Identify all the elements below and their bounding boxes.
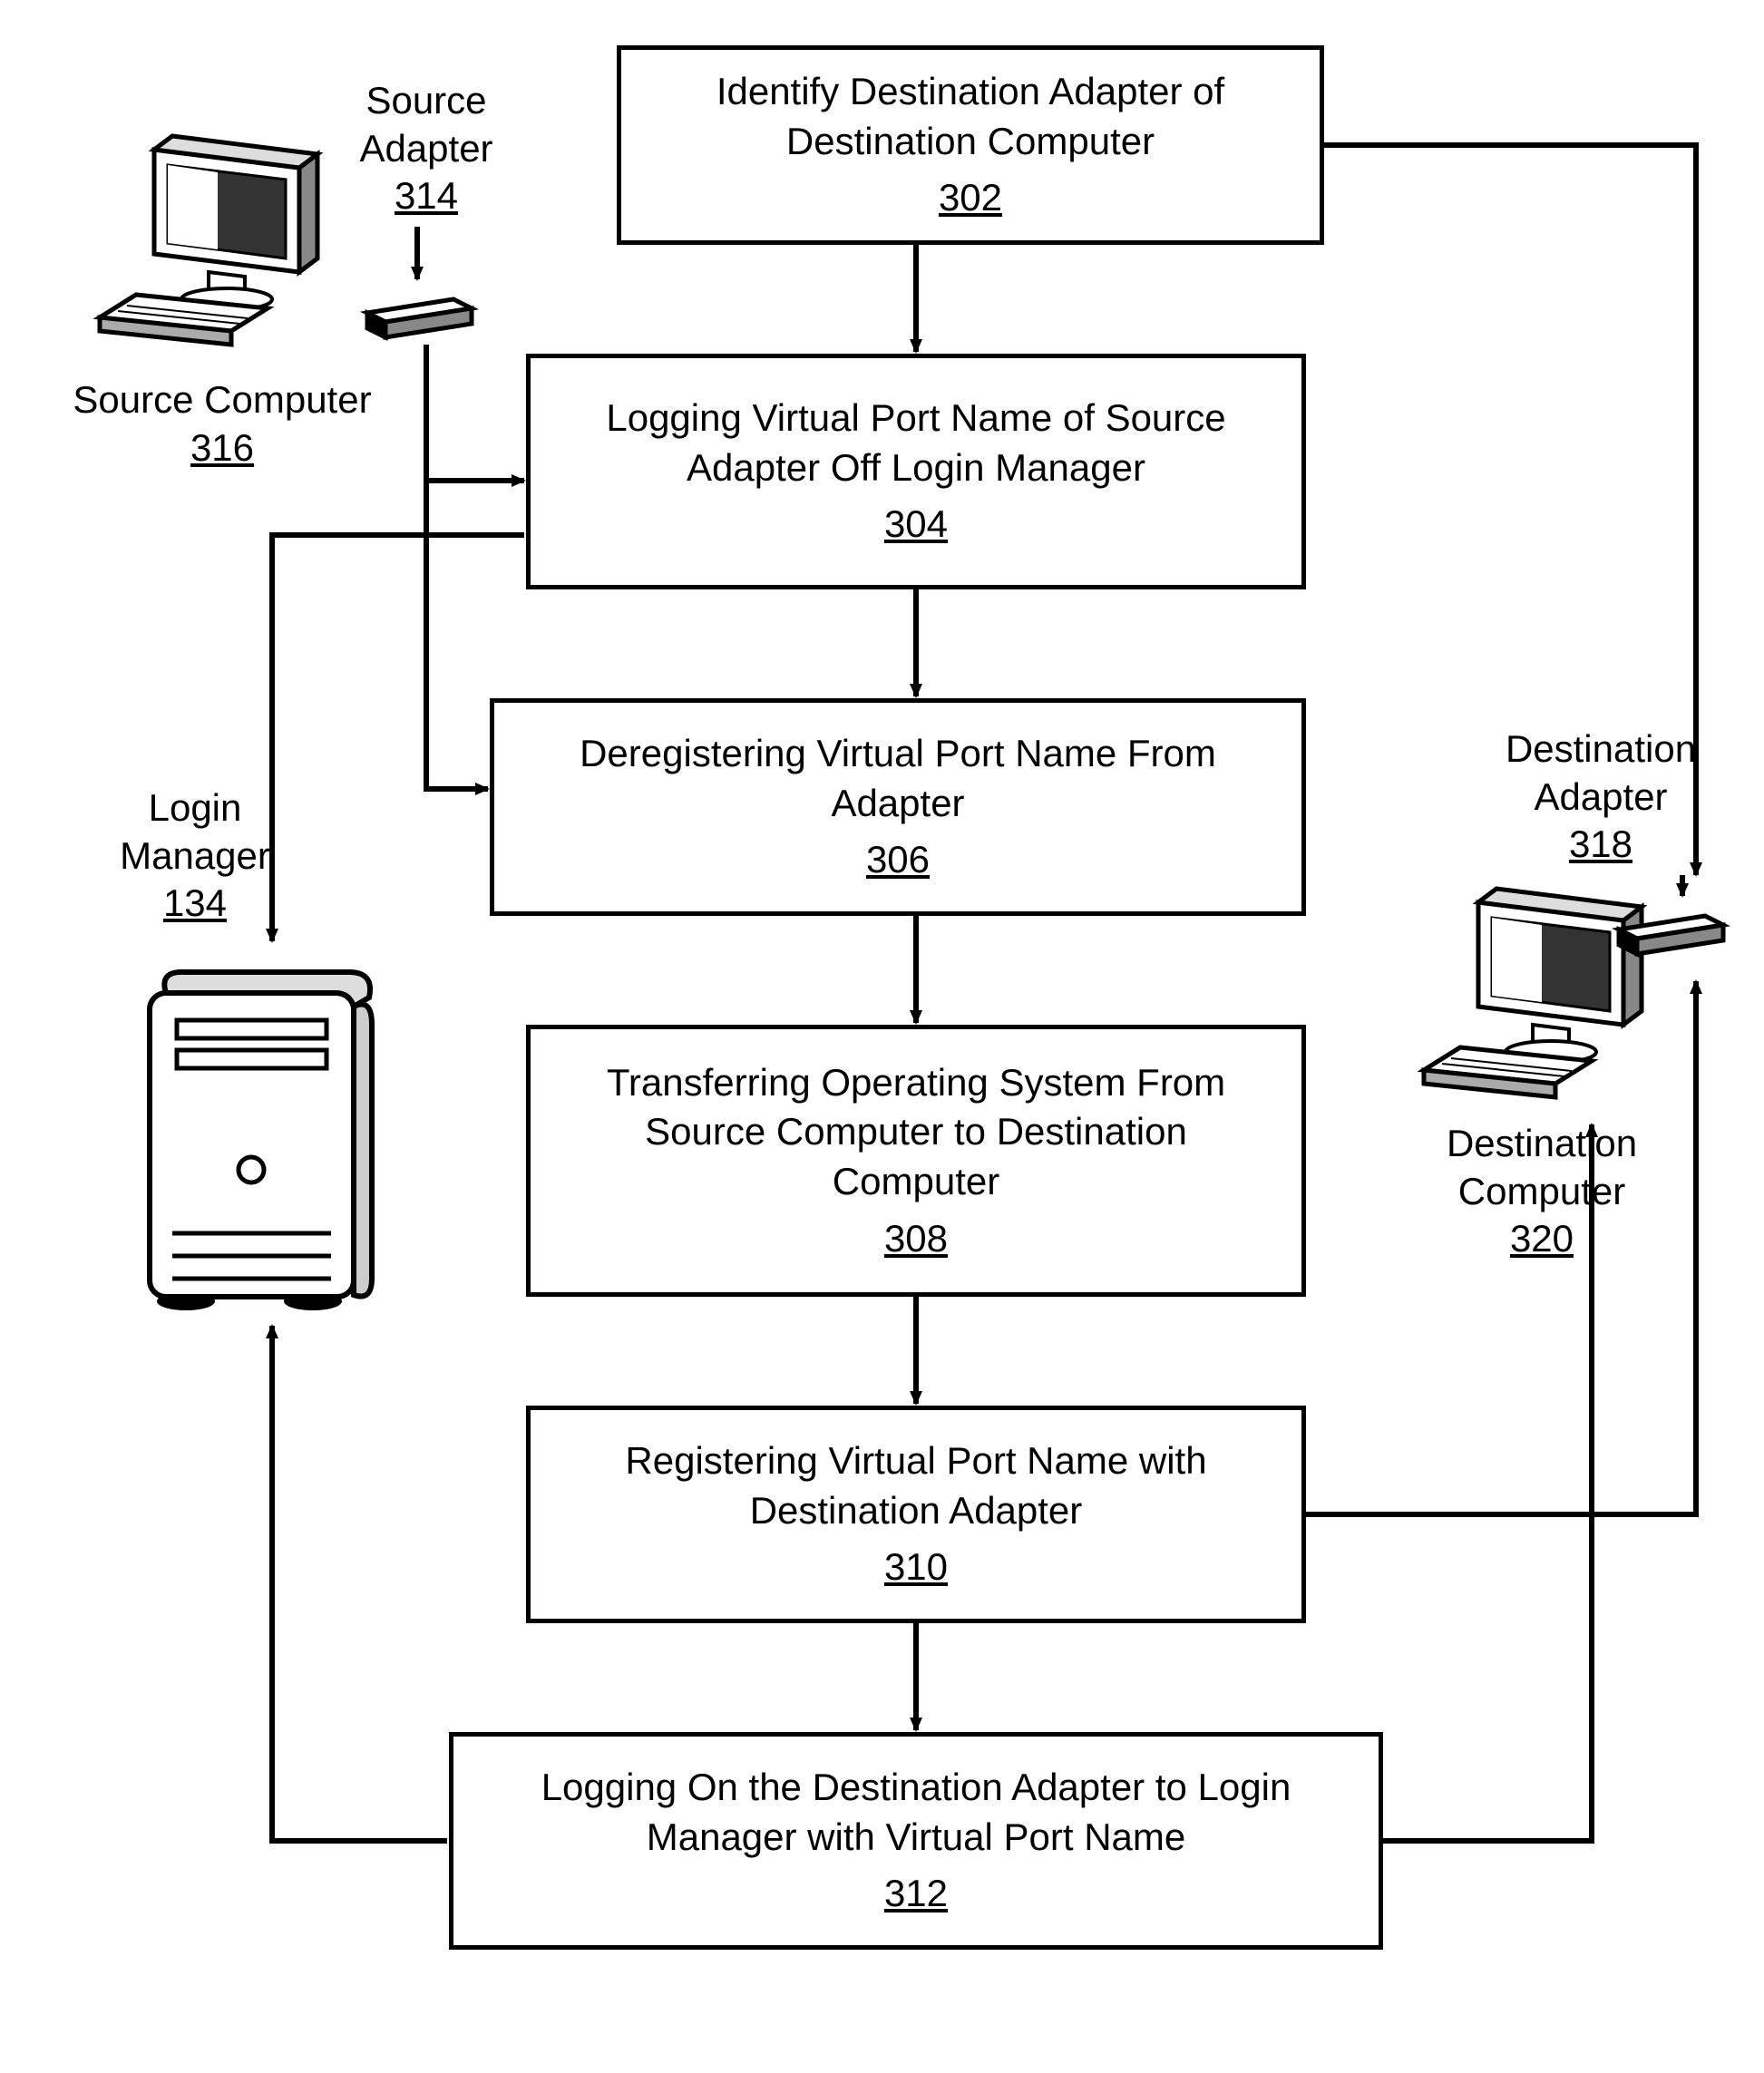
label-login-manager: Login Manager 134 — [82, 784, 308, 928]
box-306-ref: 306 — [866, 835, 930, 885]
source-adapter-icon — [354, 281, 490, 354]
box-306: Deregistering Virtual Port Name From Ada… — [490, 698, 1306, 916]
label-source-adapter-text: Source Adapter — [326, 77, 526, 172]
box-310-ref: 310 — [884, 1543, 948, 1592]
box-302-ref: 302 — [939, 173, 1002, 223]
label-dest-computer-ref: 320 — [1415, 1215, 1669, 1263]
box-302-text: Identify Destination Adapter of Destinat… — [648, 67, 1292, 166]
box-312-text: Logging On the Destination Adapter to Lo… — [481, 1763, 1351, 1862]
label-source-adapter: Source Adapter 314 — [326, 77, 526, 220]
box-306-text: Deregistering Virtual Port Name From Ada… — [521, 729, 1274, 828]
label-dest-computer-text: Destination Computer — [1415, 1120, 1669, 1215]
label-source-computer-ref: 316 — [59, 424, 385, 472]
label-dest-adapter: Destination Adapter 318 — [1474, 725, 1728, 869]
box-302: Identify Destination Adapter of Destinat… — [617, 45, 1324, 245]
label-source-adapter-ref: 314 — [326, 172, 526, 220]
source-computer-icon — [91, 127, 345, 363]
login-manager-icon — [122, 943, 395, 1324]
box-310-text: Registering Virtual Port Name with Desti… — [558, 1436, 1274, 1535]
box-310: Registering Virtual Port Name with Desti… — [526, 1406, 1306, 1623]
label-dest-computer: Destination Computer 320 — [1415, 1120, 1669, 1263]
destination-adapter-icon — [1605, 898, 1741, 970]
box-308: Transferring Operating System From Sourc… — [526, 1025, 1306, 1297]
box-312-ref: 312 — [884, 1869, 948, 1919]
box-308-ref: 308 — [884, 1214, 948, 1264]
box-308-text: Transferring Operating System From Sourc… — [558, 1058, 1274, 1207]
label-login-manager-text: Login Manager — [82, 784, 308, 880]
label-source-computer: Source Computer 316 — [59, 376, 385, 472]
box-312: Logging On the Destination Adapter to Lo… — [449, 1732, 1383, 1950]
label-dest-adapter-ref: 318 — [1474, 821, 1728, 869]
box-304: Logging Virtual Port Name of Source Adap… — [526, 354, 1306, 589]
label-login-manager-ref: 134 — [82, 880, 308, 928]
box-304-text: Logging Virtual Port Name of Source Adap… — [558, 394, 1274, 492]
label-source-computer-text: Source Computer — [59, 376, 385, 424]
box-304-ref: 304 — [884, 500, 948, 550]
label-dest-adapter-text: Destination Adapter — [1474, 725, 1728, 821]
